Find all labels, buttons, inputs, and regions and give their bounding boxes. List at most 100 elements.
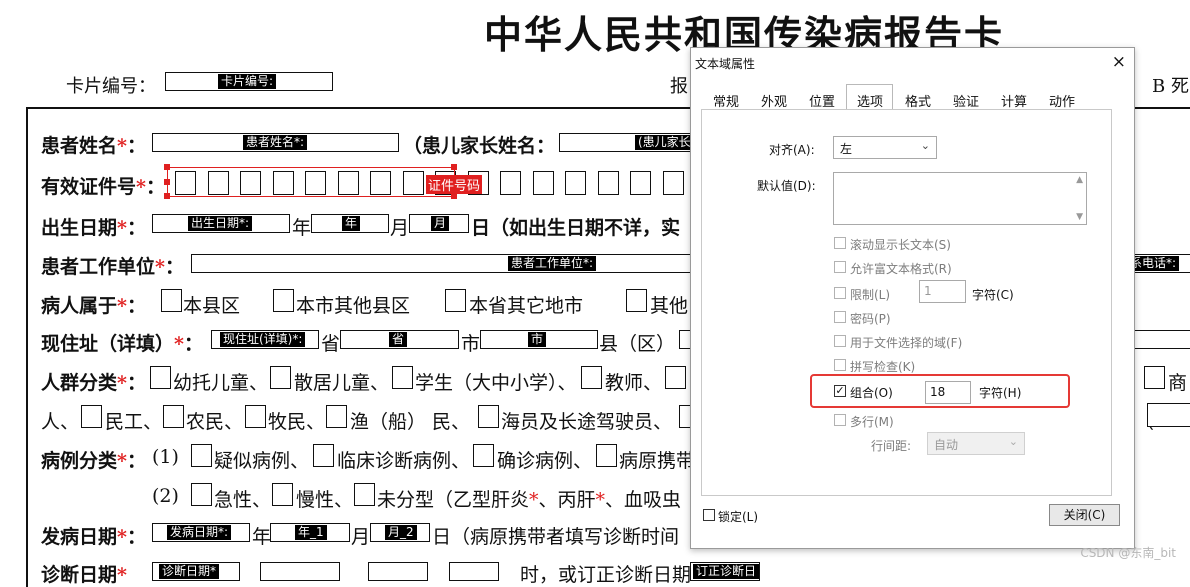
align-select[interactable]: 左 ⌄ <box>833 136 937 159</box>
multiline-label: 多行(M) <box>850 415 894 429</box>
birth-year-field[interactable]: 年 <box>311 214 389 233</box>
id-digit-box[interactable] <box>500 171 521 195</box>
diag-correct-field[interactable]: 订正诊断日 <box>690 562 760 581</box>
city-field[interactable]: 市 <box>480 330 598 349</box>
crowd-checkbox[interactable] <box>581 366 602 389</box>
crowd-checkbox[interactable] <box>326 405 347 428</box>
patient-name-tag: 患者姓名*: <box>243 135 308 150</box>
case-checkbox[interactable] <box>354 483 375 506</box>
diag-month-field[interactable] <box>368 562 428 581</box>
scroll-down-icon[interactable]: ▼ <box>1076 212 1083 222</box>
tab-appearance[interactable]: 外观 <box>761 91 787 110</box>
resize-handle[interactable] <box>451 164 457 170</box>
crowd-checkbox[interactable] <box>270 366 291 389</box>
crowd-checkbox[interactable] <box>1144 366 1165 389</box>
multiline-checkbox[interactable] <box>834 414 846 426</box>
chevron-down-icon: ⌄ <box>920 139 930 152</box>
crowd-checkbox[interactable] <box>163 405 184 428</box>
belong-checkbox[interactable] <box>273 289 294 312</box>
province-field[interactable]: 省 <box>340 330 459 349</box>
line-spacing-value: 自动 <box>934 438 959 452</box>
id-number-label: 有效证件号*： <box>41 176 165 198</box>
comb-unit: 字符(H) <box>979 386 1022 400</box>
patient-name-field[interactable]: 患者姓名*: <box>152 133 399 152</box>
tab-format[interactable]: 格式 <box>905 91 931 110</box>
scroll-up-icon[interactable]: ▲ <box>1076 175 1083 185</box>
address-field[interactable]: 现住址(详填)*: <box>211 330 319 349</box>
diag-date-field[interactable]: 诊断日期* <box>152 562 240 581</box>
parent-name-label: （患儿家长姓名： <box>403 135 556 157</box>
address-detail-field[interactable] <box>1133 330 1190 349</box>
id-digit-box[interactable] <box>662 171 684 195</box>
work-unit-field[interactable]: 患者工作单位*: <box>191 254 701 273</box>
onset-date-field[interactable]: 发病日期*: <box>152 523 250 542</box>
close-icon[interactable]: × <box>1112 52 1126 72</box>
file-select-checkbox[interactable] <box>834 335 846 347</box>
case-checkbox[interactable] <box>272 483 293 506</box>
onset-year-field[interactable]: 年_1 <box>270 523 350 542</box>
id-digit-box[interactable] <box>597 171 619 195</box>
onset-day-unit: 日（病原携带者填写诊断时间 <box>432 526 680 548</box>
birth-date-field[interactable]: 出生日期*: <box>152 214 290 233</box>
comb-checkbox[interactable]: ✓ <box>834 385 846 397</box>
lock-checkbox[interactable] <box>703 509 715 521</box>
limit-checkbox[interactable] <box>834 287 846 299</box>
crowd-option: 渔（船） 民、 <box>350 411 471 433</box>
scroll-long-text-checkbox[interactable] <box>834 237 846 249</box>
crowd-checkbox[interactable] <box>245 405 266 428</box>
birth-year-tag: 年 <box>342 216 361 231</box>
case-checkbox[interactable] <box>191 444 212 467</box>
address-tag: 现住址(详填)*: <box>220 332 306 347</box>
belong-checkbox[interactable] <box>626 289 647 312</box>
case-checkbox[interactable] <box>596 444 617 467</box>
tab-general[interactable]: 常规 <box>713 91 739 110</box>
diag-year-field[interactable] <box>260 562 340 581</box>
resize-handle[interactable] <box>164 164 170 170</box>
id-digit-box[interactable] <box>532 171 554 195</box>
case-option: 急性、 <box>214 489 272 511</box>
tab-calculate[interactable]: 计算 <box>1001 91 1027 110</box>
crowd-checkbox[interactable] <box>392 366 413 389</box>
birth-date-tag: 出生日期*: <box>188 216 253 231</box>
card-number-field[interactable]: 卡片编号: <box>165 72 333 91</box>
rich-text-checkbox[interactable] <box>834 261 846 273</box>
password-checkbox[interactable] <box>834 311 846 323</box>
belong-option: 其他 <box>650 295 689 317</box>
line-spacing-select[interactable]: 自动 ⌄ <box>927 432 1025 455</box>
case-checkbox[interactable] <box>473 444 494 467</box>
spell-check-label: 拼写检查(K) <box>850 360 916 374</box>
tab-position[interactable]: 位置 <box>809 91 835 110</box>
tab-actions[interactable]: 动作 <box>1049 91 1075 110</box>
id-digit-box[interactable] <box>630 171 651 195</box>
id-digit-box[interactable] <box>565 171 586 195</box>
birth-day-unit: 日（如出生日期不详，实 <box>471 217 681 239</box>
case-option: 未分型（乙型肝炎*、丙肝*、血吸虫 <box>377 489 682 511</box>
onset-month-field[interactable]: 月_2 <box>370 523 430 542</box>
spell-check-checkbox[interactable] <box>834 359 846 371</box>
belong-checkbox[interactable] <box>445 289 466 312</box>
text-field-properties-dialog[interactable]: 文本域属性 × 常规 外观 位置 选项 格式 验证 计算 动作 对齐(A): 左… <box>690 47 1135 549</box>
case-checkbox[interactable] <box>191 483 212 506</box>
crowd-checkbox[interactable] <box>478 405 499 428</box>
crowd-checkbox[interactable] <box>150 366 171 389</box>
resize-handle[interactable] <box>164 179 170 185</box>
crowd-checkbox[interactable] <box>665 366 686 389</box>
close-button[interactable]: 关闭(C) <box>1049 504 1120 526</box>
belong-checkbox[interactable] <box>161 289 182 312</box>
limit-input[interactable]: 1 <box>919 280 966 303</box>
parent-name-field[interactable]: (患儿家长 <box>559 133 699 152</box>
default-value-label: 默认值(D): <box>757 179 816 193</box>
birth-month-field[interactable]: 月 <box>409 214 469 233</box>
tab-options[interactable]: 选项 <box>857 91 883 110</box>
comb-input[interactable]: 18 <box>925 381 971 404</box>
crowd-checkbox[interactable] <box>81 405 102 428</box>
default-value-textarea[interactable]: ▲ ▼ <box>833 172 1087 225</box>
tab-validate[interactable]: 验证 <box>953 91 979 110</box>
crowd-other-field[interactable] <box>1147 403 1190 427</box>
diag-day-field[interactable] <box>449 562 499 581</box>
case-row1-prefix: (1) <box>152 446 179 468</box>
id-field-selection[interactable] <box>167 167 455 197</box>
case-checkbox[interactable] <box>313 444 334 467</box>
resize-handle[interactable] <box>164 193 170 199</box>
death-label: B 死 <box>1152 76 1189 97</box>
